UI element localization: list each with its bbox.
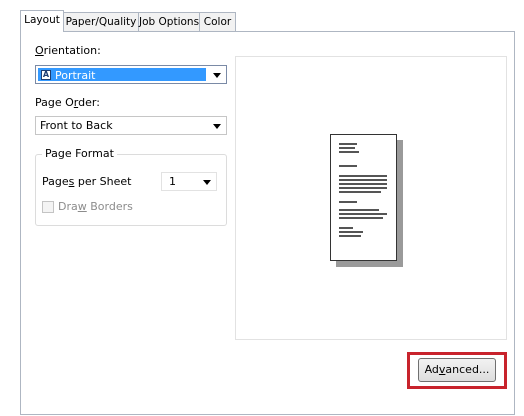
- tab-job-options[interactable]: Job Options: [138, 12, 200, 31]
- preview-text-line: [339, 235, 361, 237]
- preview-text-line: [339, 147, 355, 149]
- tab-layout[interactable]: Layout: [20, 10, 64, 32]
- orientation-dropdown[interactable]: A Portrait: [35, 65, 227, 84]
- draw-borders-checkbox[interactable]: [42, 201, 54, 213]
- pages-per-sheet-label: Pages per Sheet: [42, 175, 131, 188]
- pages-per-sheet-label-rest: per Sheet: [74, 175, 132, 188]
- page-order-dropdown[interactable]: Front to Back: [35, 116, 227, 135]
- preview-text-line: [339, 213, 387, 215]
- preview-text-line: [339, 165, 357, 167]
- draw-borders-label-rest: Borders: [86, 200, 133, 213]
- page-order-label-start: Page O: [35, 96, 74, 109]
- page-order-label-rest: der:: [78, 96, 100, 109]
- preview-text-line: [339, 227, 353, 229]
- orientation-label-rest: rientation:: [43, 44, 101, 57]
- page-format-legend: Page Format: [42, 147, 117, 160]
- chevron-down-icon: [203, 180, 211, 185]
- preview-text-line: [339, 151, 359, 153]
- draw-borders-label-mnemonic: w: [77, 200, 87, 213]
- page-order-label: Page Order:: [35, 96, 100, 109]
- draw-borders-label: Draw Borders: [58, 200, 133, 213]
- page-preview-thumbnail: [330, 134, 397, 261]
- preview-text-line: [339, 231, 363, 233]
- pages-per-sheet-label-start: Page: [42, 175, 69, 188]
- orientation-value: Portrait: [55, 69, 96, 82]
- preview-text-line: [339, 175, 387, 177]
- chevron-down-icon: [213, 124, 221, 129]
- preview-text-line: [339, 191, 381, 193]
- orientation-label-mnemonic: O: [35, 44, 44, 57]
- page-order-value: Front to Back: [40, 119, 113, 132]
- orientation-selection-highlight: A Portrait: [38, 68, 206, 82]
- tab-color[interactable]: Color: [199, 12, 236, 31]
- chevron-down-icon: [213, 73, 221, 78]
- preview-text-line: [339, 179, 387, 181]
- orientation-label: Orientation:: [35, 44, 101, 57]
- advanced-button-label-start: Ad: [424, 363, 439, 376]
- layout-tab-panel: Orientation: A Portrait Page Order: Fron…: [20, 31, 515, 415]
- tab-paper-quality[interactable]: Paper/Quality: [63, 12, 139, 31]
- layout-preview-pane: [235, 56, 507, 340]
- preview-text-line: [339, 201, 357, 203]
- preview-text-line: [339, 217, 383, 219]
- page-format-group: Page Format Pages per Sheet 1 Draw Borde…: [35, 147, 227, 226]
- advanced-button-label-rest: anced...: [445, 363, 490, 376]
- advanced-button[interactable]: Advanced...: [418, 358, 496, 382]
- preview-text-line: [339, 187, 387, 189]
- preview-text-line: [339, 209, 379, 211]
- pages-per-sheet-value: 1: [169, 175, 176, 188]
- preview-text-line: [339, 143, 357, 145]
- portrait-page-icon: A: [41, 70, 51, 80]
- draw-borders-label-start: Dra: [58, 200, 78, 213]
- pages-per-sheet-dropdown[interactable]: 1: [161, 172, 217, 191]
- preview-text-line: [339, 183, 387, 185]
